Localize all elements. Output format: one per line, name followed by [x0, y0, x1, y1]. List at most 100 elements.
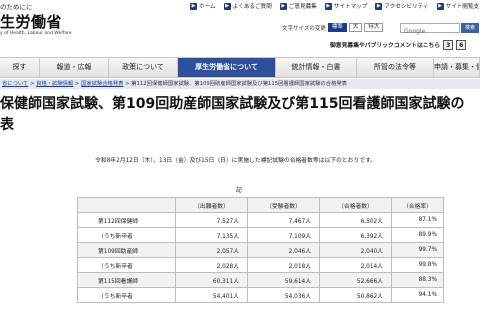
table-cell-passers: 6,392人 [319, 227, 392, 243]
table-cell-rate: 87.1% [391, 212, 444, 228]
breadcrumb-item[interactable]: 省について [2, 81, 28, 87]
breadcrumb-item[interactable]: 国家試験合格発表 [81, 81, 123, 87]
nav-item[interactable]: 政策について [109, 58, 178, 77]
table-cell-examinees: 2,018人 [247, 257, 320, 273]
nav-item[interactable]: 申請・募集・情 [434, 58, 480, 77]
results-table-body: 第112回保健師 7,527人 7,467人 6,502人 87.1% （うち新卒者 7,1… [77, 212, 444, 303]
table-cell-label: （うち新卒者 [77, 257, 176, 273]
font-size-large-button[interactable]: 大 [348, 23, 363, 32]
table-cell-applicants: 2,028人 [175, 257, 248, 273]
table-cell-passers: 2,040人 [319, 242, 392, 258]
table-row: 第115回看護師 60,311人 59,614人 52,666人 88.3% [77, 272, 444, 288]
ki-label: 記 [236, 187, 243, 194]
lead-text: のためにに [0, 3, 33, 11]
header-cell: （合格者数） [319, 197, 392, 213]
table-cell-applicants: 7,135人 [175, 227, 248, 243]
top-link[interactable]: ▶ よくあるご質問 [223, 2, 272, 10]
nav-item[interactable]: 探す [0, 58, 40, 77]
table-cell-examinees: 2,046人 [247, 242, 320, 258]
table-cell-rate: 89.9% [391, 227, 444, 243]
table-row: 第112回保健師 7,527人 7,467人 6,502人 87.1% [77, 212, 444, 228]
table-cell-label: 第112回保健師 [77, 212, 176, 228]
opinion-text: 御意見募集やパブリックコメントはこちら [330, 43, 441, 49]
top-link[interactable]: ▶ サイト閲覧支 [436, 2, 480, 10]
nav-item[interactable]: 厚生労働省について [178, 58, 276, 77]
top-link-label: サイト閲覧支 [445, 4, 480, 10]
logo-japanese: 生労働省 [0, 13, 63, 31]
opinion-link[interactable]: 御意見募集やパブリックコメントはこちら 3 6 [330, 40, 467, 50]
top-link[interactable]: ▶ ホーム [190, 2, 216, 10]
header-cell: （受験者数） [247, 197, 320, 213]
table-cell-examinees: 54,036人 [247, 287, 320, 303]
header-cell [77, 197, 176, 213]
top-link-label: サイトマップ [333, 4, 368, 10]
opinion-digit: 3 [443, 40, 454, 50]
breadcrumb-separator: > [28, 81, 37, 87]
site-logo[interactable]: 生労働省 y of Health, Labour and Welfare [0, 14, 71, 36]
table-row: （うち新卒者 54,401人 54,036人 50,862人 94.1% [77, 287, 444, 303]
header-cell: （出願者数） [175, 197, 248, 213]
opinion-arrow-icon: ▶ [279, 2, 287, 10]
results-table-header-row: （出願者数） （受験者数） （合格者数） （合格率） [77, 197, 444, 213]
breadcrumb-separator: > [73, 81, 82, 87]
google-label: Google [404, 28, 426, 35]
top-link-label: アクセシビリティ [384, 4, 429, 10]
page-title-line-1: 保健師国家試験、第109回助産師国家試験及び第115回看護師国家試験の [0, 96, 465, 112]
table-cell-applicants: 60,311人 [175, 272, 248, 288]
top-link[interactable]: ▶ サイトマップ [324, 2, 368, 10]
top-link-label: ご意見募集 [288, 4, 317, 10]
font-size-changer: 文字サイズの変更 標準 大 特大 [282, 23, 384, 32]
table-cell-examinees: 7,467人 [247, 212, 320, 228]
table-row: （うち新卒者 2,028人 2,018人 2,014人 99.8% [77, 257, 444, 273]
header-cell: （合格率） [391, 197, 444, 213]
table-cell-applicants: 2,057人 [175, 242, 248, 258]
breadcrumb-item: 第112回保健師国家試験、第109回助産師国家試験及び第115回看護師国家試験の… [131, 81, 347, 87]
table-cell-examinees: 59,614人 [247, 272, 320, 288]
nav-item[interactable]: 統計情報・白書 [276, 58, 357, 77]
page-title-line-2: 表 [0, 117, 14, 133]
top-link[interactable]: ▶ アクセシビリティ [375, 2, 429, 10]
results-table: （出願者数） （受験者数） （合格者数） （合格率） 第112回保健師 7,527… [77, 197, 444, 303]
accessibility-arrow-icon: ▶ [375, 2, 383, 10]
top-links: ▶ ホーム ▶ よくあるご質問 ▶ ご意見募集 ▶ サイトマップ ▶ アクセシビリティ ▶ サイト閲覧… [190, 0, 480, 12]
font-size-standard-button[interactable]: 標準 [327, 23, 347, 32]
table-cell-rate: 99.8% [391, 257, 444, 273]
table-cell-label: （うち新卒者 [77, 227, 176, 243]
table-cell-passers: 52,666人 [319, 272, 392, 288]
font-size-xlarge-button[interactable]: 特大 [364, 23, 384, 32]
page: のためにに ▶ ホーム ▶ よくあるご質問 ▶ ご意見募集 ▶ サイトマップ ▶ アクセシビリティ… [0, 0, 480, 320]
table-cell-rate: 99.7% [391, 242, 444, 258]
table-cell-passers: 2,014人 [319, 257, 392, 273]
table-cell-label: 第109回助産師 [77, 242, 176, 258]
exam-date-note: 令和8年2月12日（木）、13日（金）及び15日（日）に実施した標記試験の合格者… [95, 158, 377, 164]
top-link-label: よくあるご質問 [232, 4, 272, 10]
logo-english: y of Health, Labour and Welfare [0, 31, 72, 36]
table-cell-rate: 88.3% [391, 272, 444, 288]
opinion-digit: 6 [456, 40, 467, 50]
faq-arrow-icon: ▶ [223, 2, 231, 10]
breadcrumb: 省について > 資格・試験情報 > 国家試験合格発表 > 第112回保健師国家試… [0, 79, 480, 89]
table-row: （うち新卒者 7,135人 7,109人 6,392人 89.9% [77, 227, 444, 243]
top-link-label: ホーム [199, 4, 216, 10]
page-title: 保健師国家試験、第109回助産師国家試験及び第115回看護師国家試験の 表 [0, 94, 480, 136]
table-cell-rate: 94.1% [391, 287, 444, 303]
top-link[interactable]: ▶ ご意見募集 [279, 2, 317, 10]
table-cell-applicants: 7,527人 [175, 212, 248, 228]
top-utility-bar: のためにに ▶ ホーム ▶ よくあるご質問 ▶ ご意見募集 ▶ サイトマップ ▶ アクセシビリティ… [0, 0, 480, 12]
table-cell-applicants: 54,401人 [175, 287, 248, 303]
font-size-label: 文字サイズの変更 [282, 25, 326, 32]
table-row: 第109回助産師 2,057人 2,046人 2,040人 99.7% [77, 242, 444, 258]
browse-support-arrow-icon: ▶ [436, 2, 444, 10]
table-cell-passers: 6,502人 [319, 212, 392, 228]
table-cell-examinees: 7,109人 [247, 227, 320, 243]
table-cell-label: （うち新卒者 [77, 287, 176, 303]
sitemap-arrow-icon: ▶ [324, 2, 332, 10]
table-cell-passers: 50,862人 [319, 287, 392, 303]
home-arrow-icon: ▶ [190, 2, 197, 10]
search-button[interactable]: 検索 [461, 23, 479, 33]
breadcrumb-item[interactable]: 資格・試験情報 [36, 81, 73, 87]
table-cell-label: 第115回看護師 [77, 272, 176, 288]
global-nav: 探す 報道・広報 政策について 厚生労働省について 統計情報・白書 所管の法令等 申請・募集… [0, 57, 480, 78]
nav-item[interactable]: 所管の法令等 [357, 58, 434, 77]
nav-item[interactable]: 報道・広報 [40, 58, 109, 77]
